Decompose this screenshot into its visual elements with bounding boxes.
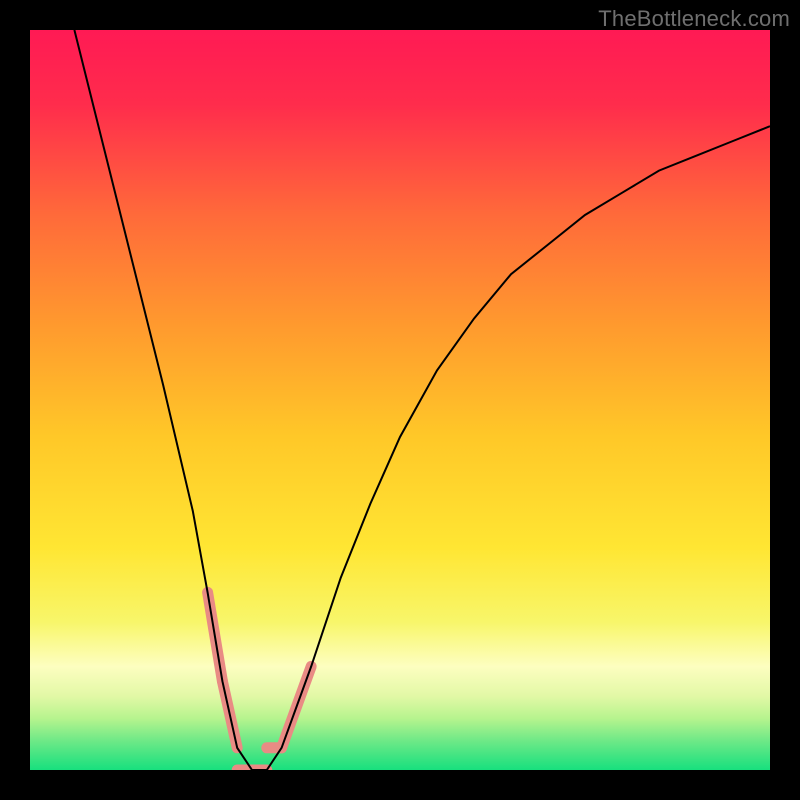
bottleneck-chart [30,30,770,770]
chart-frame: TheBottleneck.com [0,0,800,800]
attribution-label: TheBottleneck.com [598,6,790,32]
gradient-background [30,30,770,770]
